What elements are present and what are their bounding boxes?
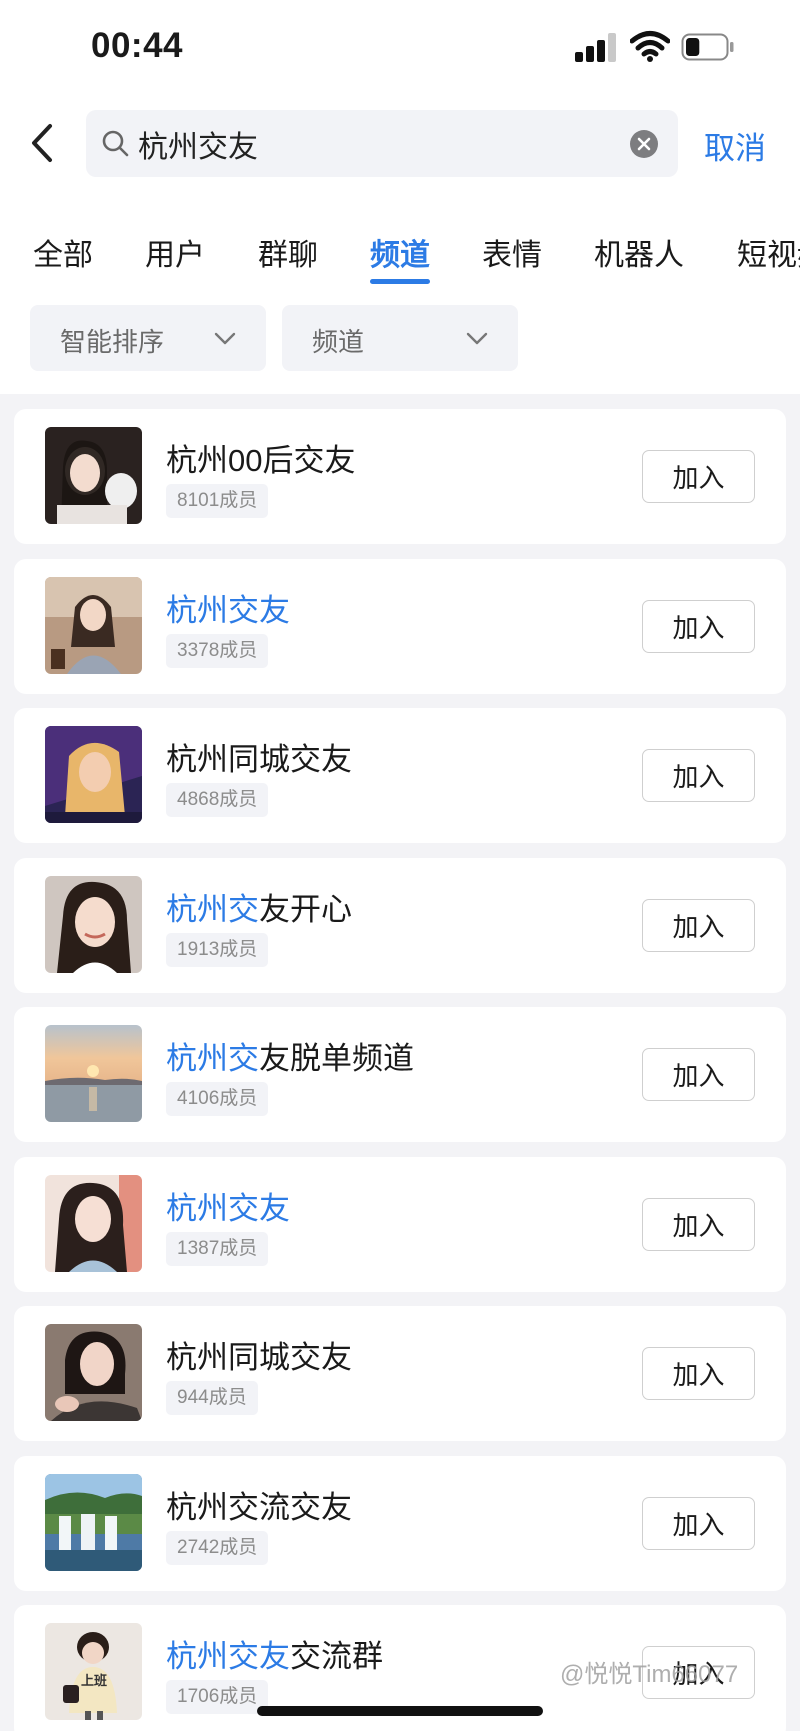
tab-all[interactable]: 全部	[33, 230, 93, 274]
member-count-badge: 1387成员	[166, 1231, 269, 1266]
channel-avatar	[45, 576, 142, 674]
channel-result-card[interactable]: 杭州同城交友 944成员 加入	[14, 1306, 786, 1441]
tab-channels[interactable]: 频道	[370, 230, 430, 274]
member-count-badge: 944成员	[166, 1381, 258, 1415]
channel-avatar	[45, 875, 142, 973]
join-button[interactable]: 加入	[642, 1048, 755, 1101]
tab-group-chats[interactable]: 群聊	[258, 230, 318, 274]
channel-title: 杭州交流交友	[166, 1482, 352, 1527]
join-button[interactable]: 加入	[642, 1496, 755, 1550]
channel-title-rest: 杭州同城交友	[166, 742, 352, 777]
channel-title-rest: 杭州00后交友	[166, 443, 356, 478]
channel-result-card[interactable]: 杭州交友 1387成员 加入	[14, 1156, 786, 1292]
channel-result-card[interactable]: 杭州00后交友 8101成员 加入	[14, 409, 786, 544]
member-count-badge: 1913成员	[166, 932, 269, 967]
channel-avatar	[45, 1025, 142, 1122]
channel-avatar	[45, 1174, 142, 1272]
member-count-badge: 2742成员	[166, 1530, 269, 1565]
channel-title: 杭州交友	[166, 585, 290, 630]
chevron-down-icon	[214, 332, 236, 345]
channel-title-rest: 杭州同城交友	[166, 1340, 352, 1375]
wifi-icon	[630, 31, 670, 62]
join-button[interactable]: 加入	[642, 450, 755, 503]
member-count-badge: 4106成员	[166, 1082, 269, 1116]
channel-avatar	[45, 427, 142, 524]
tab-stickers[interactable]: 表情	[482, 230, 542, 274]
channel-avatar	[45, 1473, 142, 1571]
search-box[interactable]	[86, 110, 678, 177]
join-button[interactable]: 加入	[642, 749, 755, 802]
channel-title: 杭州交友交流群	[166, 1631, 383, 1676]
member-count-badge: 4868成员	[166, 783, 269, 817]
active-tab-indicator	[370, 279, 430, 284]
channel-title: 杭州交友	[166, 1183, 290, 1228]
status-time: 00:44	[91, 26, 184, 65]
cellular-signal-icon	[575, 32, 619, 62]
type-filter-dropdown[interactable]: 频道	[282, 305, 518, 371]
channel-title: 杭州00后交友	[166, 435, 355, 480]
channel-avatar	[45, 1324, 142, 1421]
channel-title: 杭州交友脱单频道	[166, 1033, 414, 1078]
channel-title-highlight: 杭州交友	[166, 592, 290, 628]
search-input[interactable]	[138, 110, 608, 177]
type-filter-label: 频道	[312, 327, 365, 357]
channel-title-highlight: 杭州交友	[166, 1639, 290, 1674]
channel-title-rest: 杭州交流交友	[166, 1489, 352, 1525]
channel-title-rest: 友脱单频道	[259, 1041, 414, 1076]
avatar-badge-text: 上班	[81, 1673, 108, 1688]
channel-title-rest: 交流群	[290, 1639, 383, 1674]
sort-filter-dropdown[interactable]: 智能排序	[30, 305, 266, 371]
channel-title: 杭州同城交友	[166, 734, 352, 779]
channel-result-card[interactable]: 杭州同城交友 4868成员 加入	[14, 708, 786, 843]
member-count-badge: 8101成员	[166, 484, 269, 518]
join-button[interactable]: 加入	[642, 898, 755, 952]
channel-result-card[interactable]: 杭州交友脱单频道 4106成员 加入	[14, 1007, 786, 1142]
channel-result-card[interactable]: 杭州交友 3378成员 加入	[14, 558, 786, 694]
member-count-badge: 1706成员	[166, 1680, 269, 1714]
member-count-badge: 3378成员	[166, 633, 269, 668]
cancel-button[interactable]: 取消	[704, 123, 766, 168]
sort-filter-label: 智能排序	[60, 327, 165, 357]
channel-avatar	[45, 726, 142, 823]
watermark: @悦悦Tim66077	[560, 1661, 739, 1688]
search-icon	[102, 130, 129, 157]
status-bar: 00:44	[0, 0, 800, 95]
channel-title-highlight: 杭州交	[166, 891, 259, 927]
join-button[interactable]: 加入	[642, 599, 755, 653]
channel-title-highlight: 杭州交友	[166, 1190, 290, 1226]
home-indicator	[257, 1706, 543, 1716]
join-button[interactable]: 加入	[642, 1347, 755, 1400]
chevron-down-icon	[466, 332, 488, 345]
back-icon[interactable]	[20, 118, 68, 168]
channel-result-card[interactable]: 杭州交流交友 2742成员 加入	[14, 1455, 786, 1591]
channel-result-card[interactable]: 杭州交友开心 1913成员 加入	[14, 857, 786, 993]
battery-icon	[681, 33, 734, 61]
tab-users[interactable]: 用户	[145, 230, 205, 274]
tab-short-videos[interactable]: 短视频	[737, 230, 800, 274]
join-button[interactable]: 加入	[642, 1197, 755, 1251]
channel-title: 杭州同城交友	[166, 1332, 352, 1377]
tab-bots[interactable]: 机器人	[594, 230, 684, 274]
channel-title-highlight: 杭州交	[166, 1041, 259, 1076]
channel-title-rest: 友开心	[259, 891, 352, 927]
channel-avatar: 上班	[45, 1623, 142, 1720]
clear-search-icon[interactable]	[629, 129, 659, 159]
channel-title: 杭州交友开心	[166, 884, 352, 929]
header-area: 00:44 取消	[0, 0, 800, 394]
